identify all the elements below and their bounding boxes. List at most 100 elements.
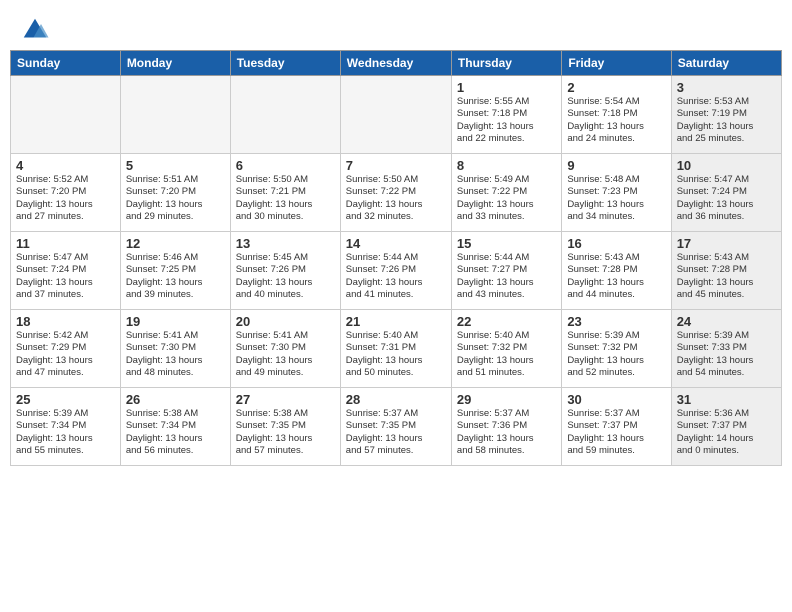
cell-line: Daylight: 13 hours <box>346 277 446 289</box>
calendar-cell: 18Sunrise: 5:42 AMSunset: 7:29 PMDayligh… <box>11 310 121 388</box>
day-number: 14 <box>346 236 446 251</box>
calendar-cell: 16Sunrise: 5:43 AMSunset: 7:28 PMDayligh… <box>562 232 671 310</box>
day-number: 2 <box>567 80 665 95</box>
day-header-sunday: Sunday <box>11 51 121 76</box>
cell-line: and 58 minutes. <box>457 445 556 457</box>
calendar-cell: 17Sunrise: 5:43 AMSunset: 7:28 PMDayligh… <box>671 232 781 310</box>
cell-line: Sunset: 7:20 PM <box>126 186 225 198</box>
day-number: 30 <box>567 392 665 407</box>
calendar-cell <box>120 76 230 154</box>
calendar-cell: 4Sunrise: 5:52 AMSunset: 7:20 PMDaylight… <box>11 154 121 232</box>
cell-line: and 47 minutes. <box>16 367 115 379</box>
calendar-cell <box>230 76 340 154</box>
cell-line: Sunset: 7:28 PM <box>677 264 776 276</box>
cell-line: Sunrise: 5:41 AM <box>236 330 335 342</box>
cell-line: Daylight: 13 hours <box>236 433 335 445</box>
cell-line: Sunrise: 5:44 AM <box>457 252 556 264</box>
cell-line: Sunset: 7:36 PM <box>457 420 556 432</box>
cell-line: Sunset: 7:27 PM <box>457 264 556 276</box>
cell-line: Sunset: 7:22 PM <box>457 186 556 198</box>
calendar-week-5: 25Sunrise: 5:39 AMSunset: 7:34 PMDayligh… <box>11 388 782 466</box>
day-number: 5 <box>126 158 225 173</box>
day-header-monday: Monday <box>120 51 230 76</box>
cell-line: Daylight: 13 hours <box>457 199 556 211</box>
cell-line: Sunrise: 5:40 AM <box>346 330 446 342</box>
cell-line: and 22 minutes. <box>457 133 556 145</box>
calendar-cell: 23Sunrise: 5:39 AMSunset: 7:32 PMDayligh… <box>562 310 671 388</box>
cell-line: Daylight: 13 hours <box>677 121 776 133</box>
cell-line: Daylight: 13 hours <box>16 199 115 211</box>
cell-line: Sunset: 7:26 PM <box>346 264 446 276</box>
cell-line: and 0 minutes. <box>677 445 776 457</box>
day-number: 9 <box>567 158 665 173</box>
day-header-thursday: Thursday <box>451 51 561 76</box>
day-number: 15 <box>457 236 556 251</box>
calendar-cell: 2Sunrise: 5:54 AMSunset: 7:18 PMDaylight… <box>562 76 671 154</box>
day-number: 26 <box>126 392 225 407</box>
day-number: 22 <box>457 314 556 329</box>
cell-line: Sunset: 7:19 PM <box>677 108 776 120</box>
day-number: 23 <box>567 314 665 329</box>
cell-line: Daylight: 13 hours <box>677 277 776 289</box>
cell-line: Sunset: 7:18 PM <box>567 108 665 120</box>
calendar-cell: 22Sunrise: 5:40 AMSunset: 7:32 PMDayligh… <box>451 310 561 388</box>
calendar-cell: 19Sunrise: 5:41 AMSunset: 7:30 PMDayligh… <box>120 310 230 388</box>
cell-line: and 36 minutes. <box>677 211 776 223</box>
day-number: 6 <box>236 158 335 173</box>
logo-icon <box>20 15 50 45</box>
cell-line: Sunrise: 5:53 AM <box>677 96 776 108</box>
calendar-cell <box>11 76 121 154</box>
cell-line: and 57 minutes. <box>236 445 335 457</box>
cell-line: Sunrise: 5:37 AM <box>346 408 446 420</box>
day-number: 1 <box>457 80 556 95</box>
cell-line: and 57 minutes. <box>346 445 446 457</box>
calendar-cell: 28Sunrise: 5:37 AMSunset: 7:35 PMDayligh… <box>340 388 451 466</box>
calendar-cell: 5Sunrise: 5:51 AMSunset: 7:20 PMDaylight… <box>120 154 230 232</box>
day-number: 7 <box>346 158 446 173</box>
day-header-wednesday: Wednesday <box>340 51 451 76</box>
cell-line: Sunset: 7:23 PM <box>567 186 665 198</box>
day-number: 28 <box>346 392 446 407</box>
cell-line: and 56 minutes. <box>126 445 225 457</box>
cell-line: Sunset: 7:25 PM <box>126 264 225 276</box>
cell-line: Sunrise: 5:54 AM <box>567 96 665 108</box>
cell-line: Sunset: 7:28 PM <box>567 264 665 276</box>
cell-line: Sunrise: 5:43 AM <box>677 252 776 264</box>
day-number: 24 <box>677 314 776 329</box>
cell-line: Sunrise: 5:43 AM <box>567 252 665 264</box>
cell-line: Daylight: 13 hours <box>677 199 776 211</box>
cell-line: and 43 minutes. <box>457 289 556 301</box>
calendar-cell: 24Sunrise: 5:39 AMSunset: 7:33 PMDayligh… <box>671 310 781 388</box>
calendar-cell: 7Sunrise: 5:50 AMSunset: 7:22 PMDaylight… <box>340 154 451 232</box>
calendar-cell: 29Sunrise: 5:37 AMSunset: 7:36 PMDayligh… <box>451 388 561 466</box>
cell-line: Sunset: 7:29 PM <box>16 342 115 354</box>
cell-line: and 25 minutes. <box>677 133 776 145</box>
cell-line: Daylight: 13 hours <box>677 355 776 367</box>
cell-line: and 44 minutes. <box>567 289 665 301</box>
cell-line: and 52 minutes. <box>567 367 665 379</box>
calendar-cell: 10Sunrise: 5:47 AMSunset: 7:24 PMDayligh… <box>671 154 781 232</box>
cell-line: Sunset: 7:24 PM <box>16 264 115 276</box>
cell-line: and 55 minutes. <box>16 445 115 457</box>
day-number: 17 <box>677 236 776 251</box>
cell-line: Daylight: 13 hours <box>236 199 335 211</box>
cell-line: Sunrise: 5:41 AM <box>126 330 225 342</box>
cell-line: Sunset: 7:32 PM <box>567 342 665 354</box>
cell-line: Daylight: 13 hours <box>567 277 665 289</box>
cell-line: Sunrise: 5:51 AM <box>126 174 225 186</box>
cell-line: and 51 minutes. <box>457 367 556 379</box>
cell-line: Daylight: 13 hours <box>567 121 665 133</box>
calendar-cell: 13Sunrise: 5:45 AMSunset: 7:26 PMDayligh… <box>230 232 340 310</box>
cell-line: Sunrise: 5:50 AM <box>346 174 446 186</box>
cell-line: Daylight: 13 hours <box>567 433 665 445</box>
cell-line: Sunset: 7:33 PM <box>677 342 776 354</box>
cell-line: Sunset: 7:34 PM <box>16 420 115 432</box>
cell-line: Sunrise: 5:37 AM <box>457 408 556 420</box>
cell-line: Daylight: 13 hours <box>346 355 446 367</box>
cell-line: and 30 minutes. <box>236 211 335 223</box>
day-number: 11 <box>16 236 115 251</box>
cell-line: and 34 minutes. <box>567 211 665 223</box>
day-number: 19 <box>126 314 225 329</box>
calendar-cell: 14Sunrise: 5:44 AMSunset: 7:26 PMDayligh… <box>340 232 451 310</box>
cell-line: Daylight: 13 hours <box>346 433 446 445</box>
